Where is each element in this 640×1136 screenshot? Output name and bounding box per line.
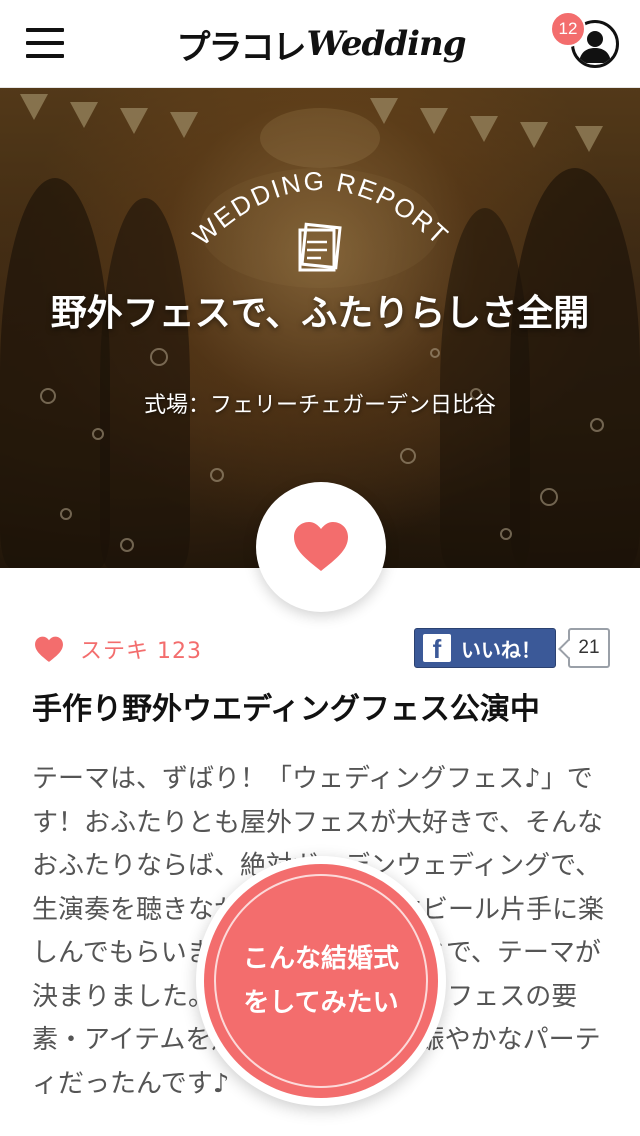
like-counter[interactable]: ステキ 123: [34, 632, 202, 666]
document-icon: [298, 222, 342, 272]
article-title: 手作り野外ウエディングフェス公演中: [32, 692, 540, 727]
hero-title: 野外フェスで、ふたりらしさ全開: [50, 293, 590, 334]
facebook-icon: f: [423, 634, 451, 662]
notification-badge[interactable]: 12: [550, 11, 586, 47]
cta-circle: こんな結婚式 をしてみたい: [204, 864, 438, 1098]
hero-venue: 式場：フェリーチェガーデン日比谷: [143, 393, 496, 418]
facebook-like-count: 21: [568, 628, 610, 668]
heart-icon: [294, 522, 348, 571]
like-count-label: ステキ 123: [80, 639, 202, 664]
heart-icon: [35, 636, 63, 662]
logo-kana: プラコレ: [176, 27, 307, 68]
logo-latin: Wedding: [306, 24, 467, 64]
facebook-like-label: いいね！: [461, 637, 541, 662]
app-header: プラコレ Wedding 12: [0, 0, 640, 88]
site-logo[interactable]: プラコレ Wedding: [176, 16, 467, 72]
hamburger-menu-icon[interactable]: [26, 26, 66, 60]
want-this-wedding-button[interactable]: こんな結婚式 をしてみたい: [196, 856, 446, 1106]
facebook-like-button[interactable]: f いいね！: [414, 628, 556, 668]
favorite-button[interactable]: [256, 482, 386, 612]
cta-label: こんな結婚式 をしてみたい: [242, 944, 399, 1018]
